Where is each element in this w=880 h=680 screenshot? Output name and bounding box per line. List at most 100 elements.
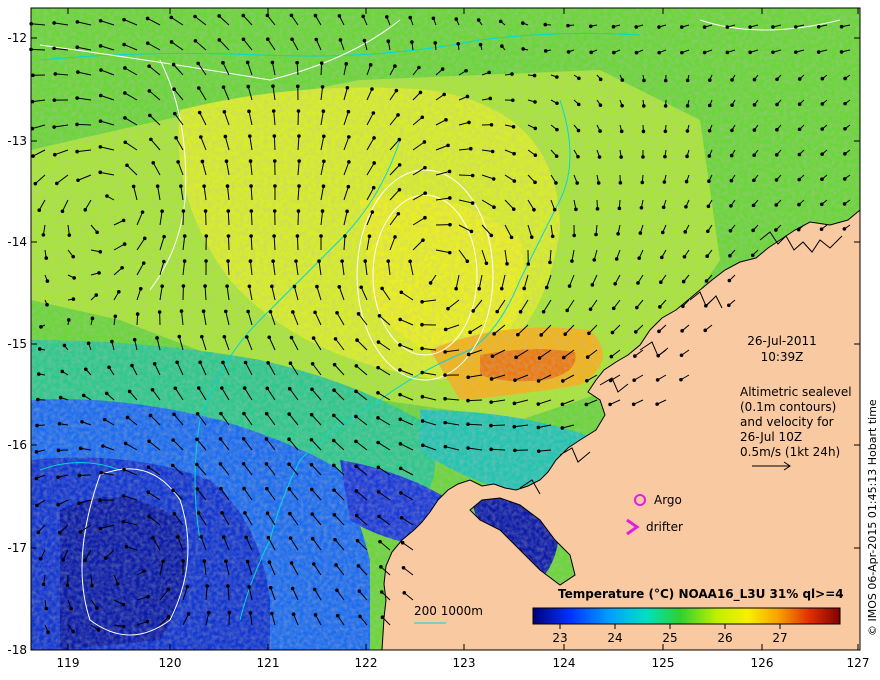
velocity-arrow-head — [730, 128, 734, 133]
velocity-arrow-head — [544, 285, 549, 290]
velocity-arrow-head — [476, 18, 481, 22]
velocity-arrow-head — [296, 209, 301, 213]
velocity-arrow-head — [423, 215, 427, 220]
velocity-arrow-head — [370, 210, 375, 214]
velocity-arrow-head — [347, 160, 351, 164]
velocity-arrow-head — [37, 208, 42, 213]
velocity-arrow-head — [142, 236, 147, 241]
velocity-arrow — [490, 424, 506, 427]
velocity-arrow-head — [663, 154, 667, 159]
velocity-arrow-head — [498, 19, 503, 24]
velocity-arrow-head — [468, 146, 473, 151]
velocity-arrow-head — [197, 110, 202, 115]
velocity-arrow-head — [169, 40, 174, 44]
velocity-arrow-head — [320, 85, 325, 89]
velocity-arrow-head — [609, 354, 614, 359]
velocity-arrow-head — [268, 585, 273, 590]
velocity-arrow-head — [843, 101, 847, 106]
velocity-arrow-head — [576, 128, 581, 133]
velocity-arrow-head — [266, 361, 270, 365]
velocity-arrow-head — [69, 606, 74, 611]
velocity-arrow-head — [204, 259, 208, 263]
velocity-arrow-head — [442, 92, 446, 97]
velocity-arrow-head — [99, 68, 103, 72]
velocity-arrow-head — [248, 159, 253, 163]
velocity-arrow-head — [273, 184, 277, 188]
velocity-arrow-head — [340, 259, 344, 263]
velocity-arrow-head — [179, 309, 184, 313]
velocity-arrow-head — [103, 556, 108, 560]
velocity-arrow-head — [56, 475, 60, 480]
velocity-arrow-head — [565, 308, 569, 313]
velocity-arrow-head — [241, 436, 246, 441]
velocity-arrow-head — [510, 72, 514, 76]
velocity-arrow-head — [225, 284, 229, 288]
velocity-arrow-head — [355, 538, 360, 543]
lon-tick-120: 120 — [159, 656, 182, 670]
velocity-arrow-head — [171, 488, 175, 492]
velocity-arrow-head — [58, 395, 63, 400]
velocity-arrow-head — [102, 417, 107, 422]
velocity-arrow-head — [397, 187, 402, 192]
velocity-arrow-head — [707, 154, 712, 158]
velocity-arrow-head — [820, 102, 825, 106]
velocity-arrow-head — [596, 181, 601, 185]
velocity-arrow-head — [680, 329, 684, 333]
velocity-arrow-head — [443, 444, 448, 449]
velocity-arrow-head — [589, 50, 594, 55]
velocity-arrow-head — [657, 25, 661, 29]
velocity-arrow-head — [362, 38, 367, 43]
velocity-arrow-head — [147, 439, 151, 444]
velocity-arrow-head — [319, 234, 323, 238]
velocity-arrow-head — [198, 360, 202, 365]
velocity-arrow-head — [680, 50, 684, 55]
velocity-arrow-head — [727, 303, 731, 308]
velocity-arrow-head — [172, 412, 176, 417]
velocity-arrow-head — [685, 78, 690, 83]
colorbar-scale — [532, 607, 841, 625]
velocity-arrow-head — [620, 103, 624, 108]
velocity-arrow-head — [492, 332, 496, 336]
velocity-arrow-head — [638, 231, 643, 235]
velocity-arrow-head — [354, 513, 359, 518]
velocity-arrow-head — [151, 536, 155, 540]
velocity-arrow-head — [428, 281, 433, 285]
velocity-arrow-head — [634, 50, 639, 55]
lon-tick-126: 126 — [751, 656, 774, 670]
velocity-arrow-head — [684, 204, 688, 209]
velocity-arrow-head — [223, 309, 228, 314]
velocity-arrow-head — [33, 181, 38, 186]
velocity-arrow-head — [113, 314, 118, 319]
velocity-arrow-head — [44, 256, 49, 260]
velocity-arrow-head — [247, 109, 251, 114]
velocity-arrow-head — [420, 346, 424, 351]
velocity-arrow-head — [147, 514, 151, 519]
velocity-arrow-head — [454, 17, 459, 21]
velocity-arrow-head — [639, 206, 644, 210]
velocity-arrow-head — [398, 392, 402, 397]
velocity-arrow-head — [221, 85, 226, 89]
velocity-arrow-head — [96, 628, 101, 632]
velocity-arrow-head — [332, 362, 337, 367]
velocity-arrow-head — [331, 438, 336, 443]
velocity-arrow-head — [243, 511, 247, 515]
velocity-arrow-head — [613, 282, 617, 286]
velocity-arrow-head — [292, 284, 297, 289]
velocity-arrow-head — [816, 50, 821, 54]
velocity-arrow-head — [398, 417, 403, 422]
velocity-arrow-head — [839, 24, 844, 29]
velocity-arrow-head — [489, 233, 494, 238]
velocity-arrow-head — [728, 229, 733, 233]
velocity-arrow-head — [146, 594, 150, 599]
velocity-arrow-head — [679, 377, 683, 382]
velocity-arrow-head — [533, 180, 537, 185]
velocity-arrow-head — [148, 113, 152, 118]
velocity-arrow-head — [98, 93, 103, 98]
velocity-arrow-head — [554, 181, 558, 185]
velocity-arrow-head — [386, 39, 391, 44]
velocity-arrow-head — [248, 611, 253, 615]
velocity-arrow-head — [820, 76, 825, 81]
velocity-arrow-head — [681, 304, 685, 309]
velocity-arrow-head — [371, 185, 376, 190]
velocity-arrow-head — [80, 419, 84, 424]
